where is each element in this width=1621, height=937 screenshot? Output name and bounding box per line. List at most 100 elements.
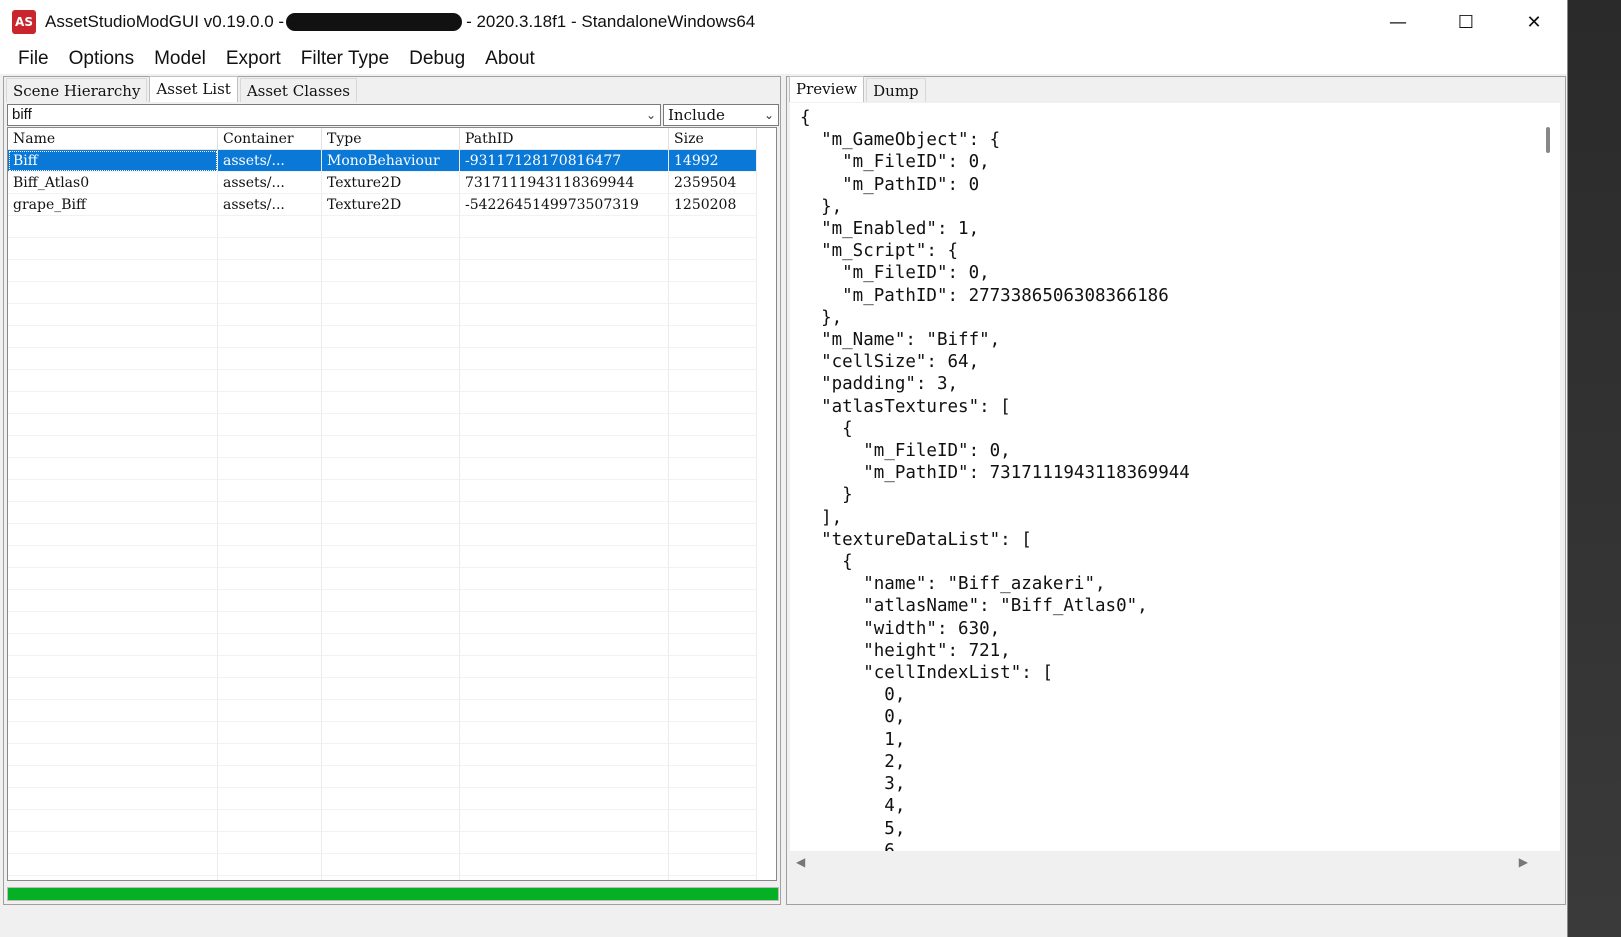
- table-row[interactable]: Biff assets/... MonoBehaviour -931171281708…: [8, 150, 776, 172]
- app-logo-icon: AS: [12, 10, 36, 34]
- maximize-button[interactable]: ☐: [1432, 0, 1500, 44]
- cell-container: [218, 568, 322, 590]
- preview-line: 0,: [800, 707, 906, 728]
- cell-size: [669, 502, 757, 524]
- chevron-down-icon[interactable]: ⌄: [764, 105, 774, 125]
- cell-name: [8, 524, 218, 546]
- left-tab-strip: Scene Hierarchy Asset List Asset Classes: [6, 76, 359, 104]
- table-row: [8, 458, 776, 480]
- filter-mode-select[interactable]: Include ⌄: [663, 104, 779, 126]
- scroll-left-icon[interactable]: ◀: [796, 855, 805, 869]
- cell-name: [8, 216, 218, 238]
- cell-pathid: [460, 810, 669, 832]
- preview-line: "m_FileID": 0,: [800, 441, 1011, 462]
- cell-size: [669, 876, 757, 880]
- cell-pathid: [460, 788, 669, 810]
- cell-container: [218, 744, 322, 766]
- cell-type: [322, 634, 460, 656]
- cell-container: [218, 634, 322, 656]
- table-row: [8, 590, 776, 612]
- cell-type: [322, 524, 460, 546]
- cell-type: [322, 766, 460, 788]
- minimize-button[interactable]: —: [1364, 0, 1432, 44]
- cell-type: [322, 854, 460, 876]
- table-row[interactable]: grape_Biff assets/... Texture2D -5422645149…: [8, 194, 776, 216]
- chevron-down-icon[interactable]: ⌄: [646, 105, 656, 125]
- scroll-right-icon[interactable]: ▶: [1519, 855, 1528, 869]
- cell-type: Texture2D: [322, 172, 460, 194]
- cell-type: Texture2D: [322, 194, 460, 216]
- preview-line: "height": 721,: [800, 640, 1011, 661]
- preview-line: "cellIndexList": [: [800, 663, 1053, 684]
- asset-list-view[interactable]: Name Container Type PathID Size Biff asse…: [7, 127, 777, 881]
- cell-type: [322, 590, 460, 612]
- preview-line: "m_Name": "Biff",: [800, 330, 1001, 351]
- cell-container: [218, 370, 322, 392]
- cell-name: [8, 876, 218, 880]
- cell-type: [322, 876, 460, 880]
- preview-line: {: [800, 418, 853, 439]
- tab-dump[interactable]: Dump: [866, 78, 926, 102]
- table-row: [8, 238, 776, 260]
- cell-name: [8, 458, 218, 480]
- cell-container: [218, 810, 322, 832]
- cell-type: [322, 304, 460, 326]
- cell-type: [322, 348, 460, 370]
- cell-name: [8, 678, 218, 700]
- cell-pathid: [460, 678, 669, 700]
- preview-text-area[interactable]: { "m_GameObject": { "m_FileID": 0, "m_Pa…: [790, 103, 1536, 851]
- cell-pathid: [460, 216, 669, 238]
- desktop-background: [1568, 0, 1621, 937]
- table-row: [8, 326, 776, 348]
- cell-container: [218, 612, 322, 634]
- menu-about[interactable]: About: [475, 44, 545, 74]
- cell-size: [669, 436, 757, 458]
- cell-name: [8, 788, 218, 810]
- cell-size: [669, 678, 757, 700]
- column-header-container[interactable]: Container: [218, 128, 322, 150]
- cell-name: Biff_Atlas0: [8, 172, 218, 194]
- vertical-scrollbar[interactable]: [1536, 103, 1560, 851]
- cell-size: [669, 546, 757, 568]
- cell-pathid: [460, 282, 669, 304]
- menu-filter-type[interactable]: Filter Type: [291, 44, 399, 74]
- search-input[interactable]: biff ⌄: [7, 104, 661, 126]
- tab-asset-classes[interactable]: Asset Classes: [239, 78, 357, 102]
- cell-pathid: [460, 260, 669, 282]
- cell-name: [8, 414, 218, 436]
- cell-type: [322, 282, 460, 304]
- column-header-pathid[interactable]: PathID: [460, 128, 669, 150]
- menu-file[interactable]: File: [8, 44, 59, 74]
- table-row: [8, 370, 776, 392]
- table-row[interactable]: Biff_Atlas0 assets/... Texture2D 7317111943…: [8, 172, 776, 194]
- preview-line: "atlasTextures": [: [800, 396, 1011, 417]
- window-controls: — ☐ ✕: [1364, 0, 1567, 44]
- horizontal-scrollbar[interactable]: ◀ ▶: [790, 853, 1536, 875]
- table-row: [8, 788, 776, 810]
- table-row: [8, 524, 776, 546]
- cell-container: [218, 854, 322, 876]
- tab-asset-list[interactable]: Asset List: [149, 76, 238, 102]
- column-header-name[interactable]: Name: [8, 128, 218, 150]
- table-row: [8, 810, 776, 832]
- scrollbar-thumb[interactable]: [1546, 127, 1550, 153]
- table-row: [8, 568, 776, 590]
- tab-preview[interactable]: Preview: [789, 76, 865, 102]
- menu-options[interactable]: Options: [59, 44, 144, 74]
- cell-name: Biff: [8, 150, 218, 172]
- menu-model[interactable]: Model: [144, 44, 216, 74]
- table-row: [8, 282, 776, 304]
- redacted-text-mark: [286, 13, 463, 31]
- menu-debug[interactable]: Debug: [399, 44, 475, 74]
- cell-size: 2359504: [669, 172, 757, 194]
- cell-container: [218, 436, 322, 458]
- column-header-size[interactable]: Size: [669, 128, 757, 150]
- tab-scene-hierarchy[interactable]: Scene Hierarchy: [6, 78, 148, 102]
- close-button[interactable]: ✕: [1500, 0, 1567, 44]
- menu-export[interactable]: Export: [216, 44, 291, 74]
- preview-line: "textureDataList": [: [800, 529, 1032, 550]
- column-header-type[interactable]: Type: [322, 128, 460, 150]
- cell-pathid: [460, 634, 669, 656]
- title-bar[interactable]: AS AssetStudioModGUI v0.19.0.0 - - 2020.…: [0, 0, 1567, 44]
- cell-size: [669, 392, 757, 414]
